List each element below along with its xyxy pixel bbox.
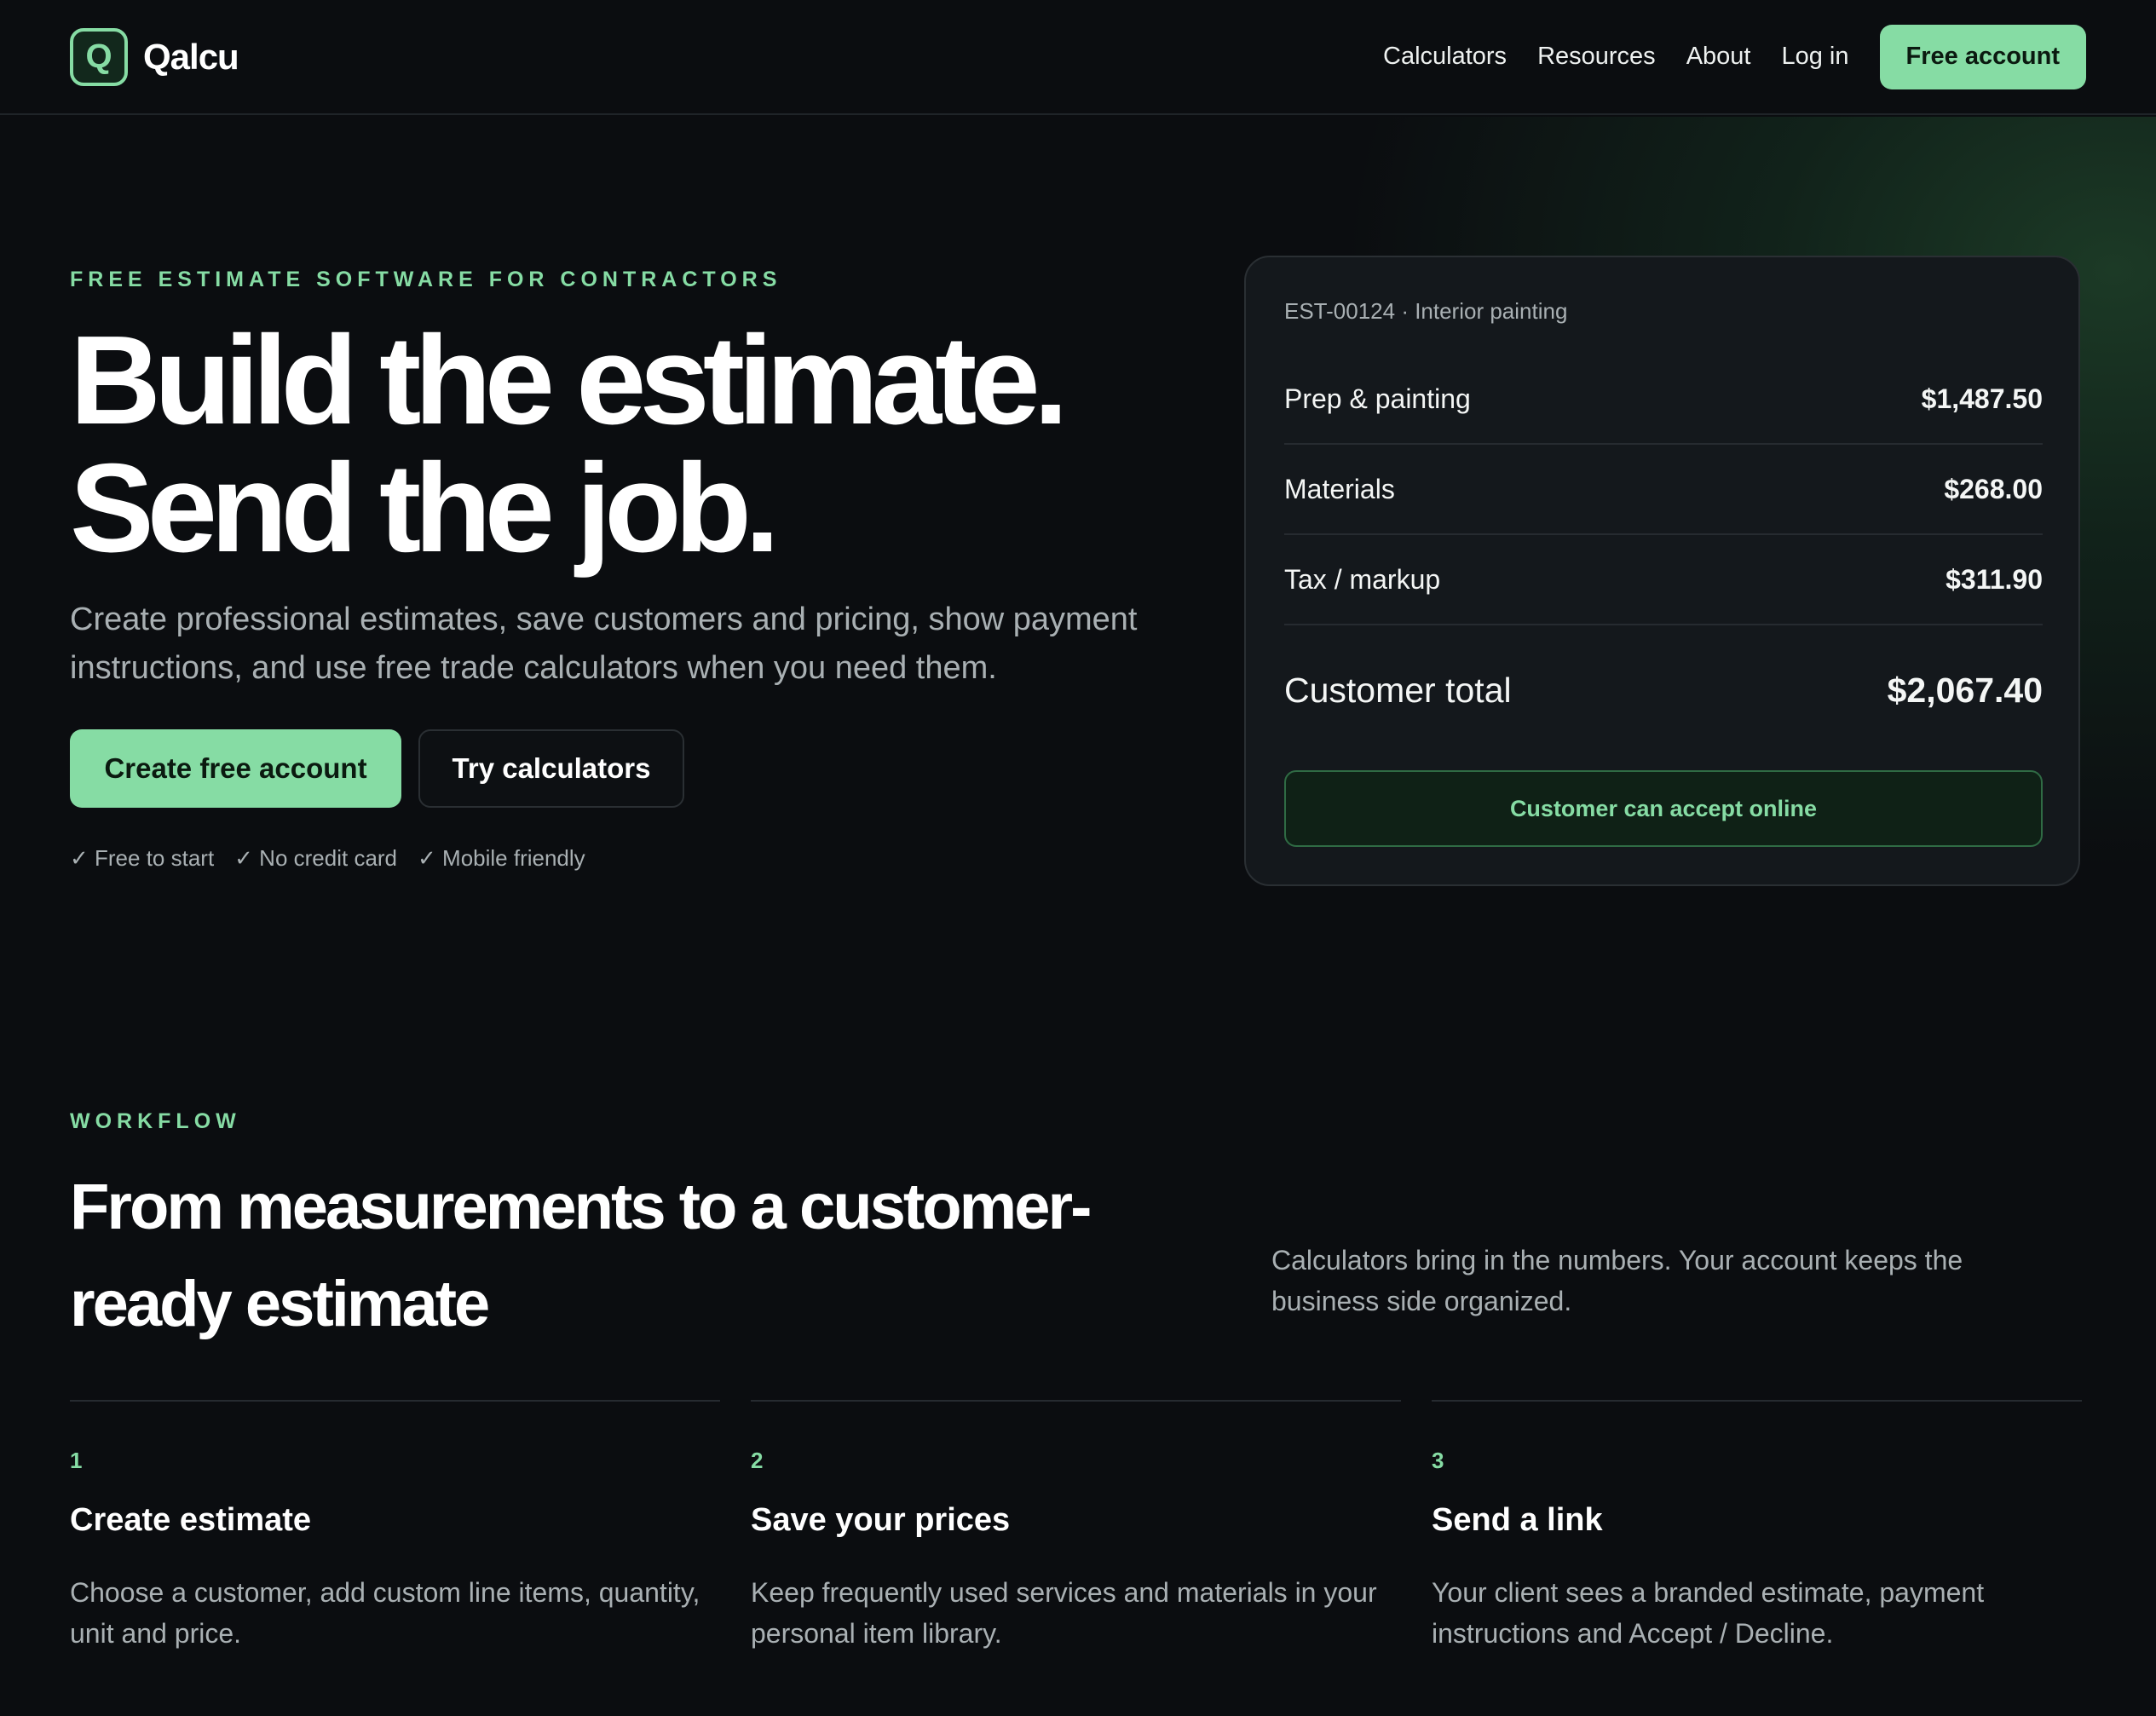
total-label: Customer total xyxy=(1284,670,1512,710)
brand[interactable]: Q Qalcu xyxy=(70,27,239,86)
line-item-label: Tax / markup xyxy=(1284,563,1441,595)
line-item-label: Prep & painting xyxy=(1284,383,1471,414)
top-navigation: Q Qalcu Calculators Resources About Log … xyxy=(0,0,2156,115)
step-number: 3 xyxy=(1432,1448,1444,1473)
workflow-side-text: Calculators bring in the numbers. Your a… xyxy=(1271,1245,1963,1316)
workflow-step: 1 Create estimate Choose a customer, add… xyxy=(70,1400,720,1649)
step-description: Choose a customer, add custom line items… xyxy=(70,1577,700,1649)
step-description: Keep frequently used services and materi… xyxy=(751,1577,1377,1649)
brand-logo-icon: Q xyxy=(70,27,128,86)
step-description: Your client sees a branded estimate, pay… xyxy=(1432,1577,1985,1649)
workflow-eyebrow: WORKFLOW xyxy=(70,1109,241,1133)
hero-title-line-1: Build the estimate. xyxy=(70,310,1069,451)
estimate-line-item: Prep & painting $1,487.50 xyxy=(1284,354,2043,445)
try-calculators-button[interactable]: Try calculators xyxy=(418,729,684,808)
hero-title-line-2: Send the job. xyxy=(70,438,780,579)
estimate-line-item: Tax / markup $311.90 xyxy=(1284,535,2043,625)
accept-online-button[interactable]: Customer can accept online xyxy=(1284,770,2043,847)
workflow-step: 3 Send a link Your client sees a branded… xyxy=(1432,1400,2082,1649)
feature-checks: ✓ Free to start ✓ No credit card ✓ Mobil… xyxy=(70,845,606,872)
step-title: Create estimate xyxy=(70,1502,312,1538)
step-title: Save your prices xyxy=(751,1502,1011,1538)
total-amount: $2,067.40 xyxy=(1887,670,2043,710)
nav-link-resources[interactable]: Resources xyxy=(1537,43,1656,71)
step-title: Send a link xyxy=(1432,1502,1603,1538)
nav-link-about[interactable]: About xyxy=(1686,43,1751,71)
hero-title: Build the estimate. Send the job. xyxy=(70,310,1069,579)
estimate-preview-card: EST-00124 · Interior painting Prep & pai… xyxy=(1244,256,2080,886)
nav-link-calculators[interactable]: Calculators xyxy=(1383,43,1507,71)
line-item-amount: $1,487.50 xyxy=(1921,383,2043,414)
workflow-step: 2 Save your prices Keep frequently used … xyxy=(751,1400,1401,1649)
estimate-line-item: Materials $268.00 xyxy=(1284,445,2043,535)
step-number: 1 xyxy=(70,1448,83,1473)
line-item-amount: $268.00 xyxy=(1944,473,2043,504)
step-number: 2 xyxy=(751,1448,764,1473)
check-free-to-start: ✓ Free to start xyxy=(70,845,215,871)
check-no-credit-card: ✓ No credit card xyxy=(234,845,398,871)
line-item-label: Materials xyxy=(1284,473,1395,504)
hero-eyebrow: FREE ESTIMATE SOFTWARE FOR CONTRACTORS xyxy=(70,268,782,291)
check-mobile-friendly: ✓ Mobile friendly xyxy=(418,845,585,871)
nav-link-login[interactable]: Log in xyxy=(1781,43,1848,71)
estimate-total-row: Customer total $2,067.40 xyxy=(1284,656,2043,724)
nav-links: Calculators Resources About Log in Free … xyxy=(1352,24,2086,89)
free-account-button[interactable]: Free account xyxy=(1879,24,2086,89)
line-item-amount: $311.90 xyxy=(1946,563,2043,595)
hero-section: FREE ESTIMATE SOFTWARE FOR CONTRACTORS B… xyxy=(0,117,2156,994)
create-free-account-button[interactable]: Create free account xyxy=(70,729,401,808)
estimate-header: EST-00124 · Interior painting xyxy=(1284,298,1568,324)
brand-name: Qalcu xyxy=(143,36,239,77)
workflow-title: From measurements to a customer-ready es… xyxy=(70,1171,1092,1340)
hero-subtitle: Create professional estimates, save cust… xyxy=(70,602,1138,686)
